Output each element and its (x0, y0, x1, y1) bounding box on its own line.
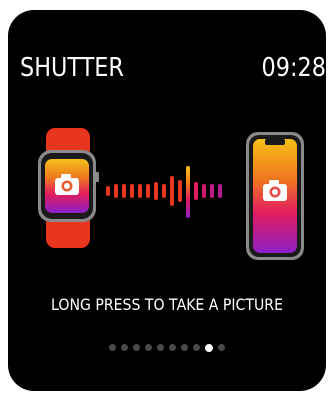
page-dot[interactable] (218, 344, 225, 351)
page-dot[interactable] (181, 344, 188, 351)
page-indicator[interactable] (8, 343, 326, 352)
page-dot[interactable] (109, 344, 116, 351)
instruction-text: LONG PRESS TO TAKE A PICTURE (51, 295, 283, 314)
page-dot[interactable] (157, 344, 164, 351)
page-dot[interactable] (145, 344, 152, 351)
page-dot[interactable] (133, 344, 140, 351)
page-dot[interactable] (193, 344, 200, 351)
pairing-illustration (38, 128, 304, 260)
page-dot[interactable] (169, 344, 176, 351)
app-title: SHUTTER (20, 53, 124, 83)
page-dot-active[interactable] (205, 343, 213, 352)
clock: 09:28 (261, 53, 326, 83)
watch-screen[interactable]: SHUTTER 09:28 LONG PRESS TO TAKE A PICTU… (8, 10, 326, 391)
page-dot[interactable] (121, 344, 128, 351)
iphone-icon (246, 132, 304, 260)
apple-watch-icon (38, 128, 99, 248)
signal-wave-icon (106, 166, 222, 218)
